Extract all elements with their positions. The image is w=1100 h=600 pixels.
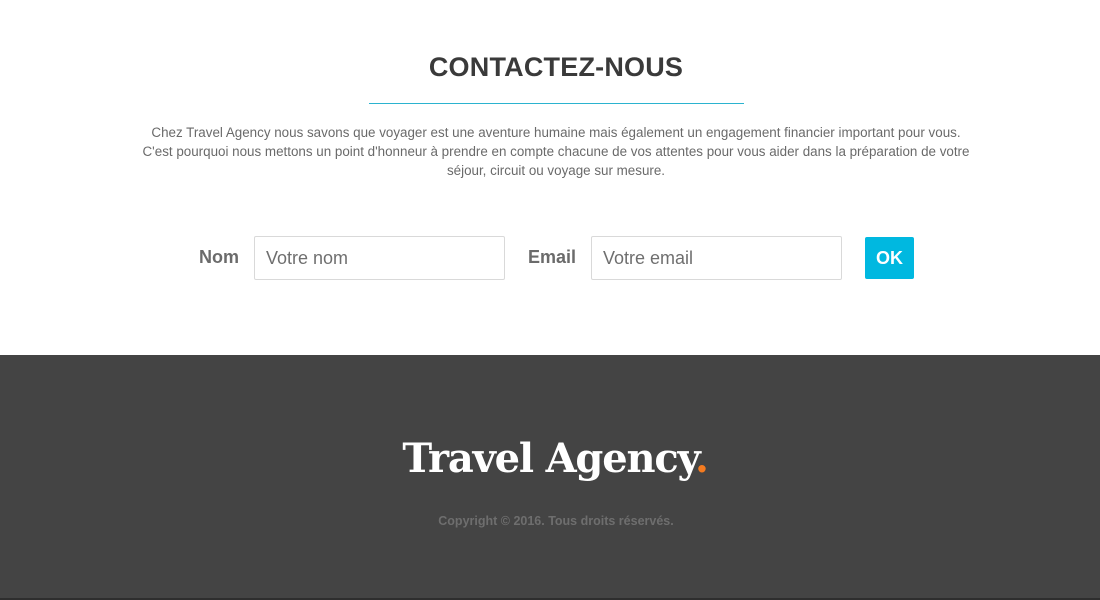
page-title: CONTACTEZ-NOUS — [428, 52, 684, 82]
footer-logo: Travel Agency. — [0, 435, 1100, 482]
brand-dot: . — [694, 435, 709, 482]
email-input[interactable] — [591, 236, 842, 280]
name-label: Nom — [199, 247, 239, 267]
email-label: Email — [528, 247, 577, 267]
title-underline — [369, 103, 744, 104]
contact-section: CONTACTEZ-NOUS Chez Travel Agency nous s… — [0, 0, 1100, 355]
intro-line: Chez Travel Agency nous savons que voyag… — [151, 125, 961, 140]
intro-text: Chez Travel Agency nous savons que voyag… — [110, 123, 1002, 180]
footer: Travel Agency. Copyright © 2016. Tous dr… — [0, 355, 1100, 600]
submit-button[interactable]: OK — [865, 237, 914, 279]
name-input[interactable] — [254, 236, 505, 280]
intro-line: séjour, circuit ou voyage sur mesure. — [446, 163, 666, 178]
copyright-text: Copyright © 2016. Tous droits réservés. — [438, 514, 674, 528]
intro-line: C'est pourquoi nous mettons un point d'h… — [142, 144, 970, 159]
brand-name: Travel Agency — [402, 435, 696, 482]
